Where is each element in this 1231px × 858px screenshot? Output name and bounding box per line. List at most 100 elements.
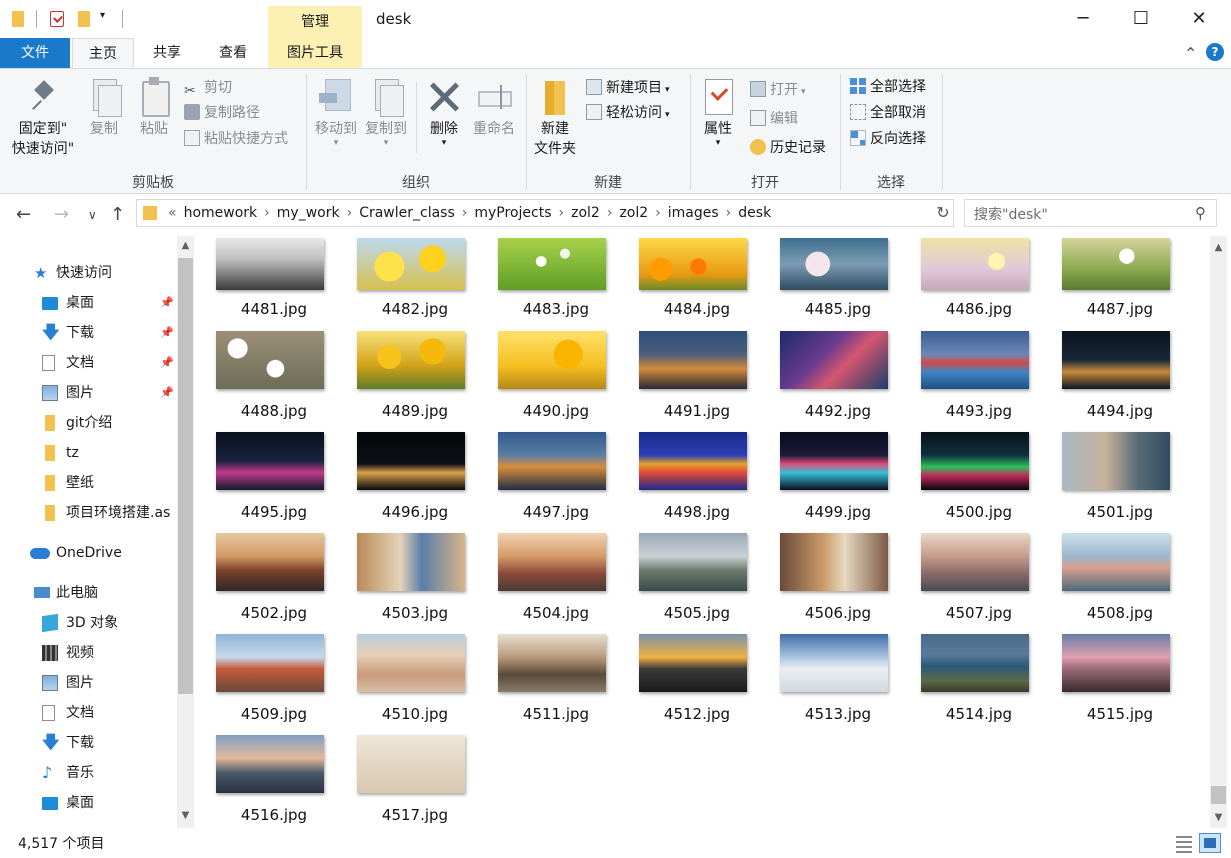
- main-scrollbar[interactable]: [1210, 236, 1227, 828]
- file-item[interactable]: 4517.jpg: [347, 236, 467, 824]
- nav-pc-item[interactable]: ♪ 音乐: [0, 759, 176, 787]
- pin-quick-access-button[interactable]: 固定到" 快速访问": [8, 77, 78, 159]
- file-item[interactable]: 4511.jpg: [488, 236, 608, 723]
- group-separator: [942, 75, 943, 189]
- select-all-button[interactable]: 全部选择: [850, 76, 926, 98]
- recent-locations-chevron-icon[interactable]: ∨: [88, 208, 97, 222]
- chevron-down-icon: ▾: [333, 138, 339, 148]
- nav-pinned-item[interactable]: 🡇 下载 📌: [0, 319, 176, 347]
- tab-file[interactable]: 文件: [0, 38, 70, 68]
- properties-button[interactable]: 属性 ▾: [698, 77, 738, 148]
- close-button[interactable]: ✕: [1170, 0, 1228, 38]
- breadcrumb-item[interactable]: my_work: [273, 200, 344, 226]
- scroll-up-arrow-icon[interactable]: ▲: [1210, 242, 1227, 253]
- nav-pc-item[interactable]: 视频: [0, 639, 176, 667]
- new-item-button[interactable]: 新建项目 ▾: [586, 77, 670, 99]
- breadcrumb-separator-icon[interactable]: ›: [261, 200, 273, 226]
- copy-path-button[interactable]: 复制路径: [184, 102, 260, 124]
- copy-to-button[interactable]: 复制到 ▾: [362, 77, 410, 148]
- breadcrumb-separator-icon[interactable]: ›: [459, 200, 471, 226]
- nav-pc-item[interactable]: 3D 对象: [0, 609, 176, 637]
- scroll-down-arrow-icon[interactable]: ▼: [1210, 812, 1227, 823]
- maximize-button[interactable]: ☐: [1112, 0, 1170, 38]
- delete-label: 删除: [430, 121, 458, 137]
- forward-arrow-icon[interactable]: →: [54, 204, 69, 225]
- open-button[interactable]: 打开 ▾: [750, 79, 806, 101]
- minimize-button[interactable]: ─: [1054, 0, 1112, 38]
- scroll-down-arrow-icon[interactable]: ▼: [177, 810, 194, 821]
- tab-picture-tools[interactable]: 图片工具: [268, 38, 362, 68]
- scroll-up-arrow-icon[interactable]: ▲: [177, 240, 194, 251]
- details-view-icon[interactable]: [1173, 833, 1195, 853]
- history-button[interactable]: 历史记录: [750, 137, 826, 159]
- breadcrumb-separator-icon[interactable]: ›: [556, 200, 568, 226]
- image-thumbnail: [780, 432, 888, 490]
- help-icon[interactable]: ?: [1206, 43, 1224, 61]
- navigation-pane: 桌面 ♪ 音乐 🡇 下载 文档 图片 视频 3D 对象 此电脑 OneDrive 项目环境搭建.as 壁…: [0, 236, 196, 828]
- back-arrow-icon[interactable]: ←: [16, 204, 31, 225]
- nav-pc-item[interactable]: 文档: [0, 699, 176, 727]
- file-item[interactable]: 4516.jpg: [206, 236, 326, 824]
- main-scrollbar-thumb[interactable]: [1211, 786, 1226, 804]
- nav-recent-folder[interactable]: tz: [0, 439, 176, 467]
- invert-selection-button[interactable]: 反向选择: [850, 128, 926, 150]
- breadcrumb-item[interactable]: Crawler_class: [355, 200, 459, 226]
- nav-pc-item[interactable]: 🡇 下载: [0, 729, 176, 757]
- refresh-icon[interactable]: ↻: [932, 203, 954, 223]
- collapse-ribbon-chevron-icon[interactable]: ⌃: [1184, 44, 1197, 63]
- new-folder-quick-icon[interactable]: [78, 11, 90, 27]
- rename-button[interactable]: 重命名: [470, 77, 518, 139]
- nav-quick-access[interactable]: ★ 快速访问: [0, 259, 176, 287]
- nav-this-pc[interactable]: 此电脑: [0, 579, 176, 607]
- breadcrumb-separator-icon[interactable]: ›: [723, 200, 735, 226]
- breadcrumb-separator-icon[interactable]: ›: [344, 200, 356, 226]
- nav-pinned-item[interactable]: 桌面 📌: [0, 289, 176, 317]
- nav-scrollbar-thumb[interactable]: [178, 258, 193, 694]
- cut-button[interactable]: ✂ 剪切: [184, 77, 232, 99]
- nav-pinned-item[interactable]: 图片 📌: [0, 379, 176, 407]
- nav-pc-item[interactable]: 图片: [0, 669, 176, 697]
- breadcrumb-item[interactable]: images: [664, 200, 723, 226]
- customize-toolbar-chevron-icon[interactable]: ▾: [100, 10, 118, 30]
- file-item[interactable]: 4515.jpg: [1052, 236, 1172, 723]
- nav-pc-item[interactable]: 桌面: [0, 789, 176, 817]
- breadcrumb-item[interactable]: homework: [180, 200, 262, 226]
- select-none-button[interactable]: 全部取消: [850, 102, 926, 124]
- file-item[interactable]: 4513.jpg: [770, 236, 890, 723]
- file-item[interactable]: 4512.jpg: [629, 236, 749, 723]
- manage-context-tab[interactable]: 管理: [268, 6, 362, 38]
- breadcrumb-separator-icon[interactable]: ›: [652, 200, 664, 226]
- paste-shortcut-button[interactable]: 粘贴快捷方式: [184, 128, 288, 150]
- nav-recent-folder[interactable]: git介绍: [0, 409, 176, 437]
- breadcrumb-overflow-icon[interactable]: «: [165, 200, 180, 226]
- easy-access-button[interactable]: 轻松访问 ▾: [586, 102, 670, 124]
- breadcrumb-separator-icon[interactable]: ›: [604, 200, 616, 226]
- paste-button[interactable]: 粘贴: [134, 77, 174, 139]
- tab-home[interactable]: 主页: [72, 38, 134, 68]
- tab-share[interactable]: 共享: [136, 38, 198, 68]
- search-box[interactable]: 搜索"desk" ⚲: [964, 199, 1217, 227]
- edit-button[interactable]: 编辑: [750, 108, 798, 130]
- cloud-icon: [30, 548, 50, 559]
- nav-pinned-item[interactable]: 文档 📌: [0, 349, 176, 377]
- nav-recent-folder[interactable]: 壁纸: [0, 469, 176, 497]
- move-to-button[interactable]: 移动到 ▾: [312, 77, 360, 148]
- breadcrumb-item[interactable]: zol2: [615, 200, 652, 226]
- group-label-select: 选择: [877, 175, 905, 191]
- up-arrow-icon[interactable]: ↑: [110, 204, 125, 225]
- nav-item-label: 文档: [66, 705, 94, 721]
- large-icons-view-icon[interactable]: [1199, 833, 1221, 853]
- tab-view[interactable]: 查看: [202, 38, 264, 68]
- file-item[interactable]: 4514.jpg: [911, 236, 1031, 723]
- breadcrumb-item[interactable]: myProjects: [470, 200, 555, 226]
- nav-onedrive[interactable]: OneDrive: [0, 539, 176, 567]
- address-bar[interactable]: «homework › my_work › Crawler_class › myProjec…: [136, 199, 1063, 227]
- copy-button[interactable]: 复制: [84, 77, 124, 139]
- nav-item-label: 桌面: [66, 295, 94, 311]
- breadcrumb-item[interactable]: desk: [734, 200, 775, 226]
- properties-quick-icon[interactable]: [50, 11, 64, 27]
- nav-recent-folder[interactable]: 项目环境搭建.as: [0, 499, 176, 527]
- breadcrumb-item[interactable]: zol2: [567, 200, 604, 226]
- delete-button[interactable]: 删除 ▾: [424, 77, 464, 148]
- new-folder-button[interactable]: 新建 文件夹: [530, 77, 580, 159]
